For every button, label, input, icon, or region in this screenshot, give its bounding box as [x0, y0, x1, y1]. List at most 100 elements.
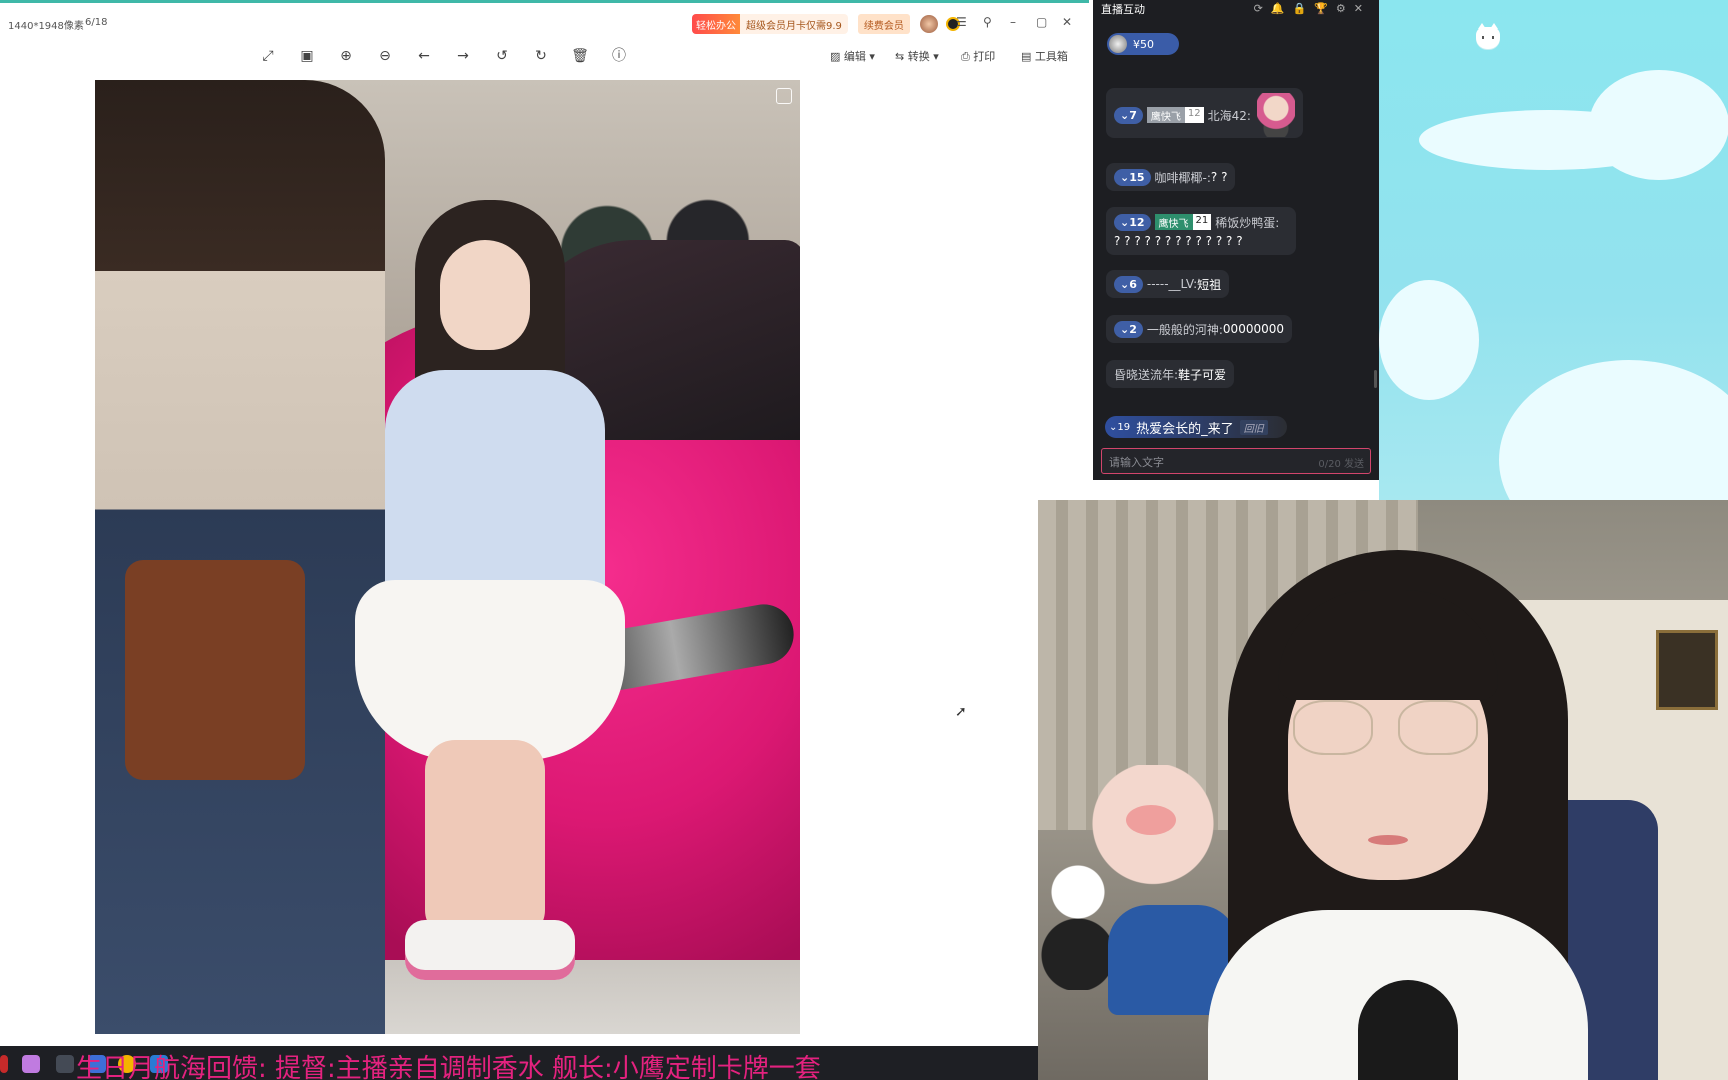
chat-message[interactable]: 昏晓送流年: 鞋子可爱	[1106, 360, 1235, 388]
mouse-cursor-icon: ➚	[955, 704, 967, 720]
displayed-photo[interactable]	[95, 80, 800, 1034]
gifter-avatar	[1109, 35, 1127, 53]
chat-message[interactable]: ⌄ 6 -----__LV: 短祖	[1106, 270, 1230, 298]
actual-size-icon[interactable]: ▣	[296, 45, 318, 67]
rotate-left-icon[interactable]: ↺	[491, 45, 513, 67]
cloud-shape	[1589, 70, 1728, 180]
menu-icon[interactable]: ☰	[956, 15, 967, 29]
chat-text: 00000000	[1222, 322, 1284, 336]
chat-username: 北海42:	[1207, 108, 1251, 123]
delete-icon[interactable]: 🗑	[569, 45, 591, 67]
close-icon[interactable]: ✕	[1062, 15, 1072, 29]
edit-label: 编辑	[843, 50, 866, 63]
chat-message[interactable]: ⌄ 12 鹰快飞 21 稀饭炒鸭蛋: ? ? ? ? ? ? ? ? ? ? ? …	[1106, 207, 1296, 255]
pig-snout	[1126, 805, 1176, 835]
zoom-in-icon[interactable]: ⊕	[335, 45, 357, 67]
user-enter-notice: ⌄19 热爱会长的_来了 回旧	[1105, 416, 1287, 438]
minimize-icon[interactable]: –	[1010, 15, 1016, 29]
chat-message[interactable]: ⌄ 7 鹰快飞 12 北海42:	[1106, 88, 1303, 138]
bell-icon[interactable]: 🔔	[1271, 2, 1293, 15]
photo-person-foreground	[95, 80, 385, 1034]
trophy-icon[interactable]: 🏆	[1314, 2, 1336, 15]
glasses-lens	[1398, 700, 1478, 755]
print-button[interactable]: ⎙ 打印	[961, 48, 995, 64]
chat-input-placeholder: 请输入文字	[1109, 456, 1164, 469]
photo-model	[355, 200, 645, 980]
maximize-icon[interactable]: ▢	[1036, 15, 1047, 29]
live-chat-panel: 直播互动 ⟳🔔🔒🏆⚙✕ ¥50 ⌄ 7 鹰快飞 12 北海42: ⌄ 15 咖啡椰…	[1093, 0, 1379, 480]
webcam-feed	[1038, 500, 1728, 1080]
send-button[interactable]: 发送	[1344, 459, 1364, 470]
chat-message[interactable]: ⌄ 2 一般般的河神: 00000000	[1106, 315, 1292, 343]
lock-icon[interactable]: 🔒	[1293, 2, 1315, 15]
enter-level-badge: ⌄19	[1109, 421, 1131, 433]
gift-amount: ¥50	[1133, 37, 1154, 51]
rotate-right-icon[interactable]: ↻	[530, 45, 552, 67]
chat-message[interactable]: ⌄ 15 咖啡椰椰-: ? ?	[1106, 163, 1236, 191]
fullscreen-icon[interactable]: ⤢	[257, 45, 279, 67]
model-jacket	[385, 370, 605, 610]
chat-username: 一般般的河神:	[1146, 322, 1223, 337]
previous-arrow-icon[interactable]: ←	[413, 45, 435, 67]
toolbox-button[interactable]: ▤ 工具箱	[1021, 48, 1068, 64]
chat-text: 鞋子可爱	[1178, 367, 1227, 382]
cam-streamer	[1208, 550, 1588, 1080]
chat-username: -----__LV:	[1146, 277, 1198, 291]
chat-text: ? ? ? ? ? ? ? ? ? ? ? ? ?	[1114, 234, 1243, 249]
next-arrow-icon[interactable]: →	[452, 45, 474, 67]
gift-contribution-pill[interactable]: ¥50	[1107, 33, 1179, 55]
medal-name: 鹰快飞	[1146, 107, 1185, 123]
image-resolution: 1440*1948像素	[8, 21, 84, 32]
user-avatar[interactable]	[919, 15, 938, 33]
reply-tag[interactable]: 回旧	[1239, 419, 1268, 435]
streamer-microphone	[1358, 980, 1458, 1080]
model-shoes	[405, 920, 575, 980]
viewer-toolbar: ⤢ ▣ ⊕ ⊖ ← → ↺ ↻ 🗑 ⓘ ▨ 编辑 ▾ ⇆ 转换 ▾ ⎙ 打印 ▤…	[0, 45, 1089, 71]
info-icon[interactable]: ⓘ	[608, 45, 630, 67]
renew-member-button[interactable]: 续费会员	[857, 14, 910, 34]
pin-icon[interactable]: ⚲	[983, 15, 992, 29]
fan-medal: 鹰快飞 21	[1154, 214, 1212, 231]
chat-username: 昏晓送流年:	[1114, 367, 1179, 382]
fan-medal: 鹰快飞 12	[1146, 107, 1204, 123]
user-level-badge: ⌄ 15	[1114, 168, 1151, 186]
level-value: 2	[1129, 322, 1137, 336]
user-level-badge: ⌄ 2	[1114, 320, 1143, 338]
chat-input[interactable]: 请输入文字 0/20 发送	[1101, 448, 1371, 474]
convert-menu[interactable]: ⇆ 转换 ▾	[895, 48, 939, 64]
chat-header-icons: ⟳🔔🔒🏆⚙✕	[1254, 2, 1371, 15]
image-viewer-window: 1440*1948像素 6/18 轻松办公 超级会员月卡仅需9.9 续费会员 ☰…	[0, 0, 1089, 1046]
model-skirt	[355, 580, 625, 760]
promo-badge[interactable]: 轻松办公	[692, 14, 740, 34]
cat-eyes	[1482, 36, 1494, 39]
member-promo[interactable]: 轻松办公 超级会员月卡仅需9.9 续费会员	[692, 13, 960, 35]
taskbar-app-icon[interactable]	[56, 1055, 74, 1073]
sticker-emote	[1256, 93, 1295, 137]
chat-scrollbar[interactable]	[1374, 370, 1377, 388]
medal-level: 21	[1192, 214, 1212, 231]
chat-input-counter: 0/20 发送	[1318, 455, 1364, 470]
chat-header: 直播互动 ⟳🔔🔒🏆⚙✕	[1093, 1, 1379, 17]
close-icon[interactable]: ✕	[1354, 2, 1371, 15]
medal-name: 鹰快飞	[1154, 214, 1193, 231]
enter-level: 19	[1117, 421, 1131, 433]
refresh-icon[interactable]: ⟳	[1254, 2, 1271, 15]
viewer-title-bar: 1440*1948像素 6/18 轻松办公 超级会员月卡仅需9.9 续费会员 ☰…	[0, 3, 1089, 41]
taskbar-app-icon[interactable]	[0, 1055, 8, 1073]
taskbar-app-icon[interactable]	[22, 1055, 40, 1073]
level-value: 6	[1129, 277, 1137, 291]
edit-menu[interactable]: ▨ 编辑 ▾	[830, 48, 875, 64]
cam-award-plaque	[1656, 630, 1718, 710]
chat-username: 稀饭炒鸭蛋:	[1215, 215, 1280, 230]
expand-icon[interactable]	[776, 88, 792, 104]
streamer-lips	[1368, 835, 1408, 845]
cat-icon[interactable]	[1476, 23, 1500, 49]
chat-title: 直播互动	[1101, 3, 1145, 16]
zoom-out-icon[interactable]: ⊖	[374, 45, 396, 67]
user-level-badge: ⌄ 6	[1114, 275, 1143, 293]
level-value: 12	[1129, 215, 1145, 229]
settings-icon[interactable]: ⚙	[1336, 2, 1354, 15]
model-face	[440, 240, 530, 350]
toolbox-label: 工具箱	[1034, 50, 1068, 63]
promo-text[interactable]: 超级会员月卡仅需9.9	[740, 14, 848, 34]
